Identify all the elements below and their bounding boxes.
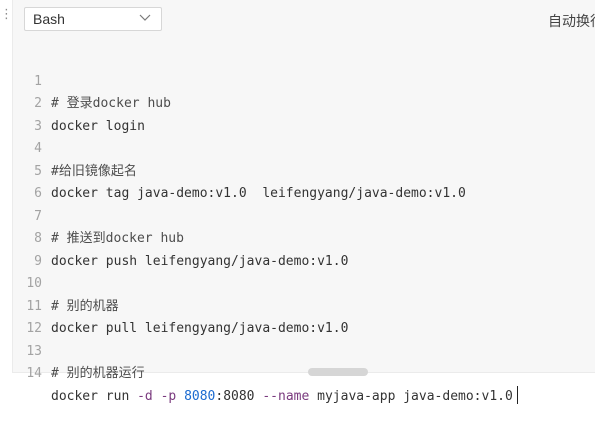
code-line: 6 bbox=[13, 161, 60, 201]
code-line: 7 # 推送到docker hub bbox=[13, 183, 184, 247]
line-number: 14 bbox=[26, 366, 42, 381]
code-line: 12 bbox=[13, 296, 60, 336]
code-line: 3 bbox=[13, 93, 60, 134]
code-editor[interactable]: 1 # 登录docker hub 2 docker login 3 4 #给旧镜… bbox=[13, 40, 595, 404]
token-option: --name bbox=[262, 388, 310, 404]
code-block: Bash 自动换行 1 # 登录docker hub 2 docker logi… bbox=[12, 0, 595, 404]
code-line: 13 # 别的机器运行 bbox=[13, 318, 144, 382]
code-line: 4 #给旧镜像起名 bbox=[13, 116, 137, 179]
code-line: 1 # 登录docker hub bbox=[13, 48, 171, 112]
code-line: 10 # 别的机器 bbox=[13, 251, 118, 314]
code-line: 5 docker tag java-demo:v1.0 leifengyang/… bbox=[13, 138, 466, 202]
code-line: 9 bbox=[13, 228, 60, 269]
code-block-toolbar: Bash 自动换行 bbox=[13, 0, 595, 40]
code-text: # 别的机器运行 bbox=[51, 366, 145, 381]
code-text: docker pull leifengyang/java-demo:v1.0 bbox=[51, 321, 349, 336]
code-line: 11 docker pull leifengyang/java-demo:v1.… bbox=[13, 273, 348, 337]
code-text: docker login bbox=[51, 118, 145, 134]
language-select[interactable]: Bash bbox=[24, 7, 162, 31]
token-command: docker run bbox=[51, 388, 138, 404]
language-select-value: Bash bbox=[33, 11, 65, 27]
token-number: 8080 bbox=[184, 388, 216, 404]
token-text: :8080 bbox=[215, 388, 263, 404]
code-line: 2 docker login bbox=[13, 71, 145, 134]
text-cursor bbox=[516, 385, 518, 404]
token-option: -p bbox=[160, 388, 177, 404]
code-text: docker tag java-demo:v1.0 leifengyang/ja… bbox=[51, 186, 466, 201]
auto-wrap-toggle[interactable]: 自动换行 bbox=[548, 11, 595, 31]
code-line-active: 14 docker run -d -p 8080:8080 --name myj… bbox=[13, 341, 518, 404]
code-text: # 登录docker hub bbox=[51, 96, 171, 111]
chevron-down-icon bbox=[139, 14, 151, 21]
code-text: # 别的机器 bbox=[51, 298, 119, 314]
code-text: docker run -d -p 8080:8080 --name myjava… bbox=[51, 385, 518, 409]
code-text: docker push leifengyang/java-demo:v1.0 bbox=[51, 253, 349, 269]
token-text: myjava-app java-demo:v1.0 bbox=[309, 388, 513, 404]
code-line: 8 docker push leifengyang/java-demo:v1.0 bbox=[13, 206, 348, 269]
code-text: # 推送到docker hub bbox=[51, 231, 184, 246]
horizontal-scrollbar[interactable] bbox=[308, 368, 368, 376]
code-text: #给旧镜像起名 bbox=[51, 163, 137, 179]
token-option: -d bbox=[137, 388, 153, 404]
